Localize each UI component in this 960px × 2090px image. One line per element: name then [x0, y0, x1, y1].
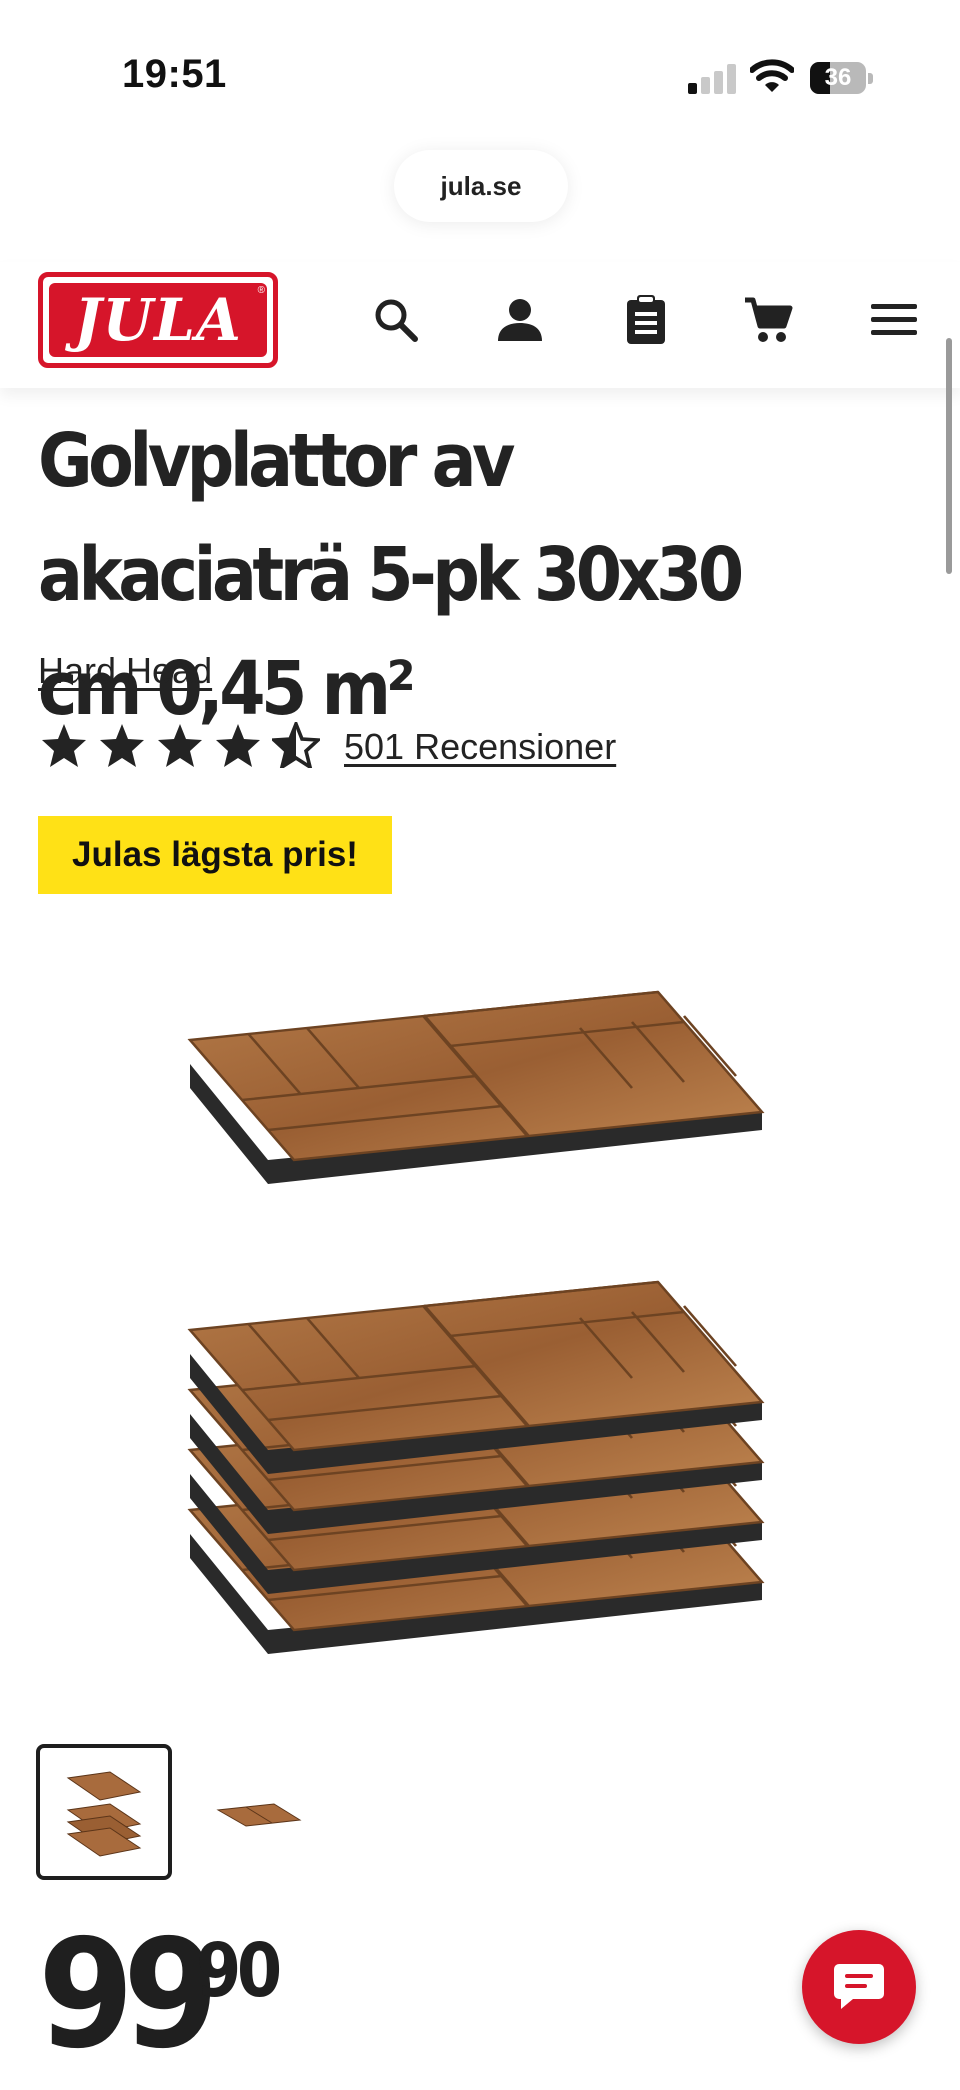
star-full-icon: [158, 724, 202, 767]
status-time: 19:51: [122, 52, 227, 96]
rating-stars[interactable]: [40, 722, 320, 768]
chat-icon: [834, 1964, 884, 2009]
menu-icon[interactable]: [864, 290, 924, 350]
lowest-price-badge: Julas lägsta pris!: [38, 816, 392, 894]
brand-link[interactable]: Hard Head: [38, 650, 212, 692]
account-icon[interactable]: [490, 290, 550, 350]
chat-button[interactable]: [802, 1930, 916, 2044]
search-icon[interactable]: [366, 290, 426, 350]
battery-icon: 36: [810, 62, 874, 94]
thumbnail-2[interactable]: [200, 1744, 336, 1880]
cellular-signal-icon: [688, 64, 736, 94]
shopping-list-icon[interactable]: [616, 290, 676, 350]
cart-icon[interactable]: [738, 290, 798, 350]
address-bar[interactable]: jula.se: [394, 150, 568, 222]
thumbnail-1[interactable]: [36, 1744, 172, 1880]
star-full-icon: [42, 724, 86, 767]
logo-text: JULA: [49, 283, 267, 357]
price-decimals: 90: [196, 1928, 282, 2014]
star-half-icon: [272, 722, 320, 768]
price-integer: 99: [38, 1908, 219, 2082]
star-full-icon: [216, 724, 260, 767]
reviews-link[interactable]: 501 Recensioner: [344, 726, 616, 768]
battery-level: 36: [824, 64, 852, 91]
jula-logo[interactable]: JULA ®: [38, 272, 278, 368]
wifi-icon: [749, 58, 795, 94]
page-scrollbar[interactable]: [946, 338, 952, 574]
product-image[interactable]: [150, 950, 810, 1700]
star-full-icon: [100, 724, 144, 767]
product-title: Golvplattor av akaciaträ 5-pk 30x30 cm 0…: [38, 418, 744, 732]
product-price: 99 90: [38, 1908, 282, 2090]
